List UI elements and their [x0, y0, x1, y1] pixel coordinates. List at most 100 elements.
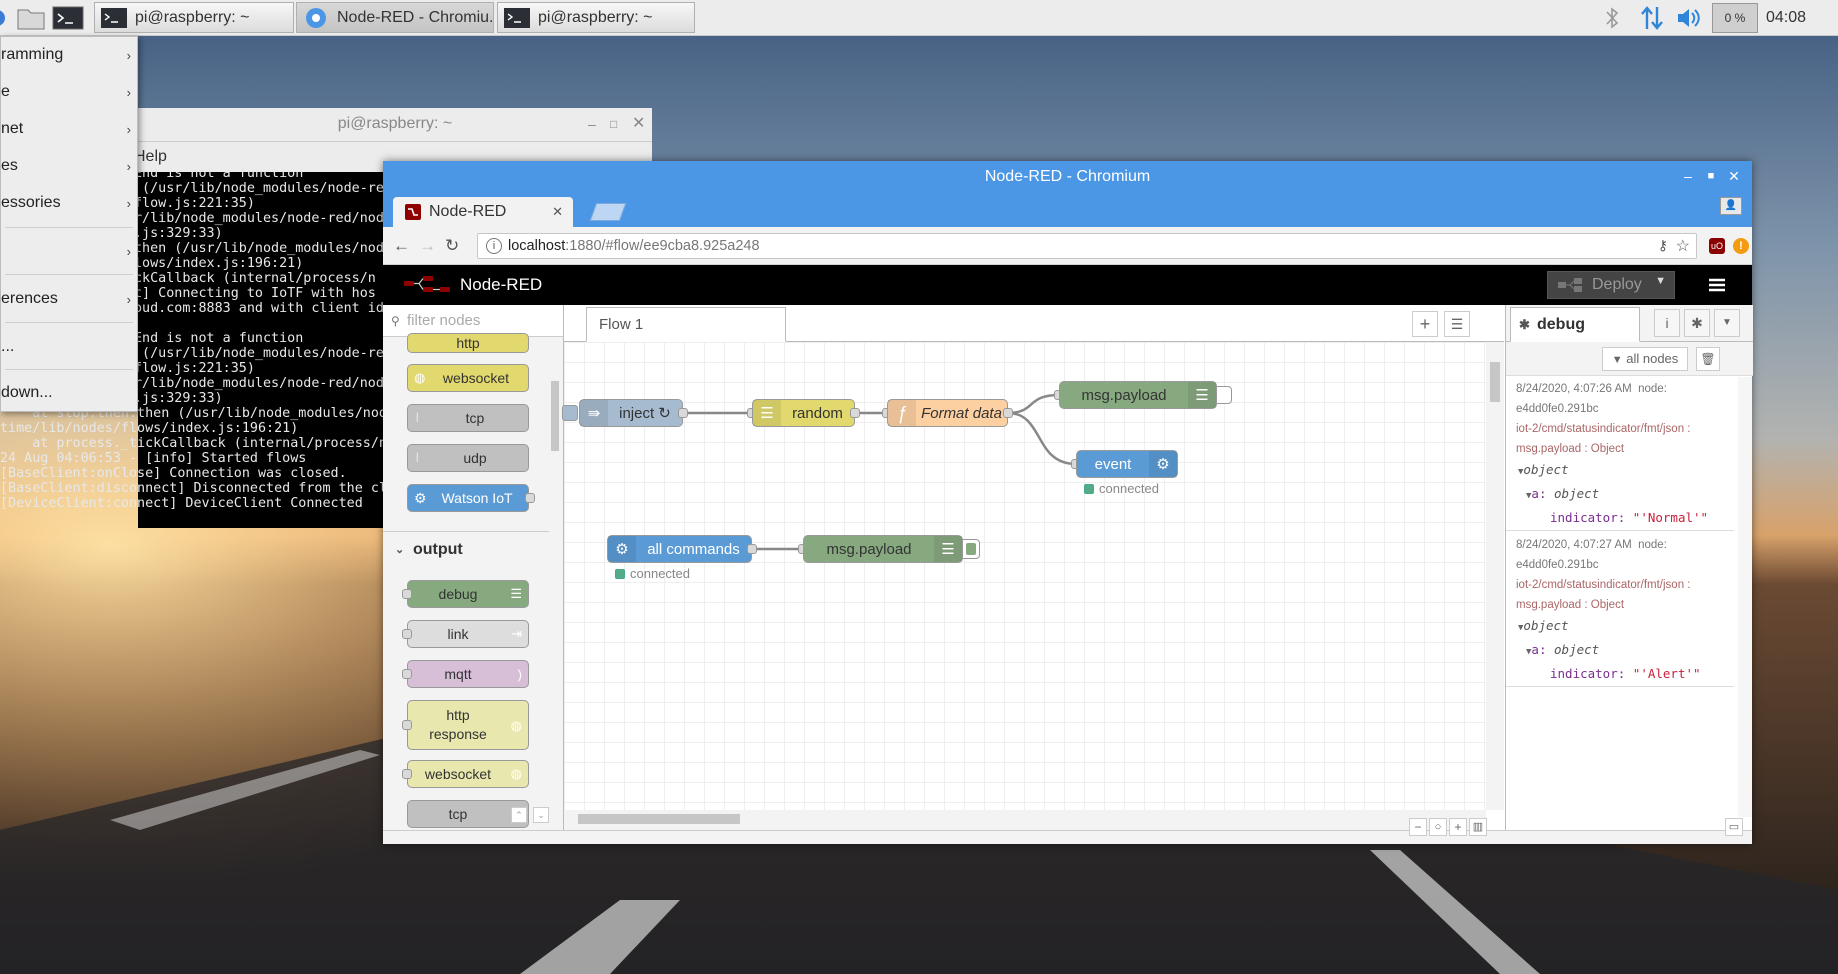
network-icon[interactable] — [1640, 0, 1664, 36]
palette-node-udp-in[interactable]: ⦚ udp — [407, 444, 529, 472]
minimize-icon[interactable]: – — [588, 108, 596, 140]
menu-item-shutdown[interactable]: down... — [1, 375, 137, 411]
wire[interactable] — [1007, 411, 1077, 466]
palette-category-output[interactable]: ⌄ output — [383, 531, 553, 567]
debug-toggle-button[interactable] — [962, 539, 980, 559]
new-tab-button[interactable] — [589, 203, 627, 221]
node-watson-all-commands[interactable]: ⚙ all commands — [607, 535, 752, 563]
clock[interactable]: 04:08 — [1766, 0, 1806, 36]
terminal-launcher-icon[interactable] — [52, 5, 84, 31]
tab-close-icon[interactable]: ✕ — [552, 204, 563, 220]
menu-item-games[interactable]: es › — [1, 148, 137, 184]
open-window-icon[interactable]: ▭ — [1725, 818, 1743, 836]
debug-message-2[interactable]: 8/24/2020, 4:07:27 AM node: e4dd0fe0.291… — [1506, 533, 1734, 687]
menu-item-help[interactable]: › — [1, 233, 137, 269]
scrollbar-thumb[interactable] — [578, 814, 740, 824]
node-function-format-data[interactable]: ƒ Format data — [887, 399, 1008, 427]
sidebar-scrollbar[interactable] — [1738, 377, 1752, 817]
zoom-in-icon[interactable]: + — [1449, 818, 1467, 836]
output-port[interactable] — [850, 408, 860, 418]
tab-debug[interactable]: ✱ debug — [1510, 307, 1640, 342]
close-icon[interactable]: ✕ — [1727, 169, 1741, 183]
address-bar[interactable]: i localhost:1880/#flow/ee9cba8.925a248 ⚷… — [477, 233, 1697, 259]
palette-scrollbar[interactable] — [549, 341, 561, 713]
input-port[interactable] — [402, 629, 412, 639]
cpu-monitor[interactable]: 0 % — [1712, 3, 1758, 33]
node-debug-payload-1[interactable]: msg.payload ☰ — [1059, 381, 1217, 409]
forward-icon[interactable]: → — [419, 237, 436, 255]
palette-node-websocket-out[interactable]: websocket ◍ — [407, 760, 529, 788]
ublock-icon[interactable]: uO — [1709, 238, 1725, 254]
browser-titlebar[interactable]: Node-RED - Chromium – ■ ✕ — [383, 161, 1752, 193]
info-icon[interactable]: i — [486, 238, 502, 254]
menu-item-accessories[interactable]: essories › — [1, 185, 137, 221]
node-debug-payload-2[interactable]: msg.payload ☰ — [803, 535, 963, 563]
debug-tab-icon[interactable]: ✱ — [1684, 309, 1710, 337]
raspberry-menu-icon[interactable] — [0, 5, 8, 31]
bookmark-star-icon[interactable]: ☆ — [1676, 236, 1690, 256]
maximize-icon[interactable]: ■ — [1704, 169, 1718, 183]
debug-toggle-button[interactable] — [1216, 386, 1232, 404]
profile-icon[interactable]: 👤 — [1720, 197, 1742, 215]
reload-icon[interactable]: ↻ — [445, 237, 459, 255]
output-port[interactable] — [747, 544, 757, 554]
back-icon[interactable]: ← — [393, 237, 410, 255]
tab-flow-1[interactable]: Flow 1 — [586, 307, 786, 342]
flow-list-icon[interactable]: ☰ — [1444, 311, 1470, 337]
palette-node-http[interactable]: http — [407, 333, 529, 353]
close-icon[interactable]: ✕ — [632, 108, 645, 140]
debug-node-id[interactable]: e4dd0fe0.291bc — [1516, 555, 1734, 575]
input-port[interactable] — [402, 769, 412, 779]
volume-icon[interactable] — [1676, 0, 1702, 36]
inject-button[interactable] — [562, 405, 578, 421]
zoom-out-icon[interactable]: − — [1409, 818, 1427, 836]
debug-node-id[interactable]: e4dd0fe0.291bc — [1516, 399, 1734, 419]
input-port[interactable] — [402, 589, 412, 599]
file-manager-icon[interactable] — [16, 5, 46, 31]
filter-all-nodes-button[interactable]: ▼ all nodes — [1602, 347, 1688, 371]
menu-item-office[interactable]: e › — [1, 74, 137, 110]
wire[interactable] — [1007, 393, 1060, 415]
debug-message-1[interactable]: 8/24/2020, 4:07:26 AM node: e4dd0fe0.291… — [1506, 377, 1734, 531]
minimize-icon[interactable]: – — [1681, 169, 1695, 183]
menu-item-programming[interactable]: ramming › — [1, 37, 137, 73]
maximize-icon[interactable]: □ — [610, 108, 617, 140]
palette-node-websocket-in[interactable]: ◍ websocket — [407, 364, 529, 392]
add-flow-icon[interactable]: + — [1412, 311, 1438, 337]
palette-node-debug[interactable]: debug ☰ — [407, 580, 529, 608]
taskbar-window-terminal-1[interactable]: pi@raspberry: ~ — [94, 2, 294, 33]
node-watson-event[interactable]: event ⚙ — [1076, 450, 1178, 478]
deploy-button[interactable]: Deploy ▼ — [1547, 271, 1675, 299]
palette-node-http-response[interactable]: http response ◍ — [407, 700, 529, 750]
taskbar-window-terminal-2[interactable]: pi@raspberry: ~ — [497, 2, 695, 33]
palette-node-mqtt[interactable]: mqtt ) — [407, 660, 529, 688]
key-icon[interactable]: ⚷ — [1658, 237, 1668, 254]
node-inject[interactable]: ⇛ inject ↻ — [579, 399, 683, 427]
bluetooth-icon[interactable] — [1603, 0, 1621, 36]
navigator-icon[interactable]: ▥ — [1469, 818, 1487, 836]
palette-node-tcp-in[interactable]: ⦚ tcp — [407, 404, 529, 432]
scrollbar-thumb[interactable] — [551, 381, 559, 451]
scrollbar-thumb[interactable] — [1490, 362, 1500, 402]
chevron-down-icon[interactable]: ▼ — [1655, 275, 1666, 287]
menu-item-run[interactable]: ... — [1, 329, 137, 365]
output-port[interactable] — [525, 493, 535, 503]
input-port[interactable] — [402, 720, 412, 730]
palette-node-watson-iot[interactable]: ⚙ Watson IoT — [407, 484, 529, 512]
menu-alert-icon[interactable]: ! — [1733, 238, 1749, 254]
chevron-down-icon[interactable]: ▼ — [1714, 309, 1740, 337]
flow-canvas[interactable]: ⇛ inject ↻ ☰ random ƒ Format data msg.pa… — [562, 342, 1486, 810]
node-random[interactable]: ☰ random — [752, 399, 855, 427]
input-port[interactable] — [402, 669, 412, 679]
palette-node-link[interactable]: link ⇥ — [407, 620, 529, 648]
menu-item-internet[interactable]: net › — [1, 111, 137, 147]
zoom-reset-icon[interactable]: ○ — [1429, 818, 1447, 836]
terminal-titlebar[interactable]: pi@raspberry: ~ – □ ✕ — [138, 108, 652, 142]
workspace-vertical-scrollbar[interactable] — [1486, 342, 1504, 810]
clear-log-button[interactable]: 🗑 — [1696, 347, 1720, 371]
tab-node-red[interactable]: Node-RED ✕ — [393, 197, 573, 227]
collapse-all-icon[interactable]: ⌃ — [511, 807, 527, 823]
hamburger-menu-icon[interactable] — [1707, 275, 1727, 295]
workspace-horizontal-scrollbar[interactable] — [564, 810, 1486, 830]
expand-all-icon[interactable]: ⌄ — [533, 807, 549, 823]
